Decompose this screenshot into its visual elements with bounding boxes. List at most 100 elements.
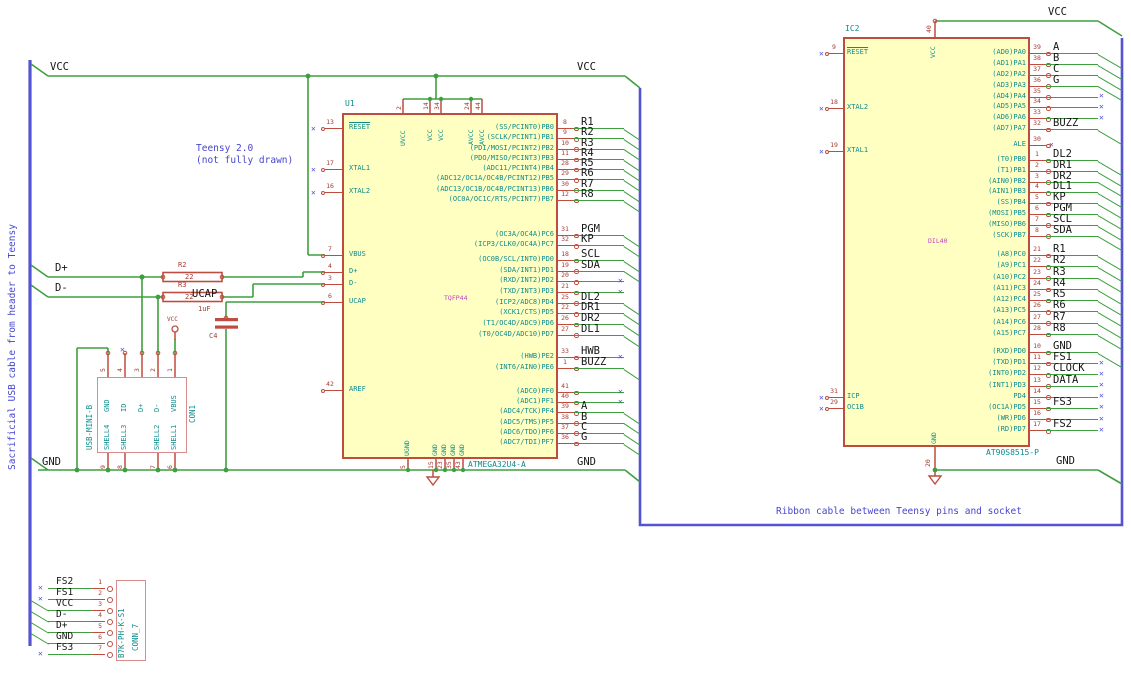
ic2-reference[interactable]: IC2 [845, 25, 859, 33]
pin-row[interactable]: (ADC4/TCK)PF4 39 A [350, 401, 645, 425]
pin-row[interactable]: (ICP2/ADC8)PD4 25 DL2 [350, 292, 645, 315]
net-label[interactable]: G [1053, 75, 1059, 86]
net-label[interactable]: SDA [581, 260, 600, 271]
net-label[interactable]: R1 [1053, 244, 1066, 255]
pin-row[interactable]: (AD5)PA5 34 [840, 98, 1131, 113]
pin-row[interactable]: (SDA/INT1)PD1 19 SDA [350, 260, 645, 283]
pin-row[interactable]: (ADC5/TMS)PF5 38 B [350, 412, 645, 435]
pin-row[interactable]: (AD1)PA1 38 B [840, 53, 1131, 80]
net-label[interactable]: DL2 [1053, 149, 1072, 160]
net-label-gnd[interactable]: GND [577, 457, 596, 468]
pin-row[interactable]: (A9)PC1 22 R2 [840, 255, 1131, 283]
pin-row[interactable]: (A10)PC2 23 R3 [840, 267, 1131, 294]
pin-row[interactable]: PD4 14 [840, 388, 1131, 403]
pin-row[interactable]: (INT1)PD3 13 DATA [840, 375, 1131, 392]
u1-right-pins-portb[interactable]: (SS/PCINT0)PB0 8 R1 (SCLK/PCINT1)PB1 9 R… [350, 117, 645, 213]
pin-row[interactable]: (T0)PB0 1 DL2 [840, 149, 1131, 176]
net-label[interactable]: R8 [581, 189, 594, 200]
pin-row[interactable]: (AIN1)PB3 4 DL1 [840, 181, 1131, 209]
pin-row[interactable]: (AD0)PA0 39 A [840, 42, 1131, 69]
pin-row[interactable]: (OC3A/OC4A)PC6 31 PGM [350, 224, 645, 248]
u1-value[interactable]: ATMEGA32U4-A [468, 461, 526, 469]
ic2-value[interactable]: AT90S8515-P [986, 449, 1039, 457]
net-label[interactable]: SDA [1053, 225, 1072, 236]
net-label[interactable]: FS2 [1053, 419, 1072, 430]
c4-reference[interactable]: C4 [209, 333, 217, 340]
net-label-d-minus[interactable]: D- [55, 283, 68, 294]
usb-reference[interactable]: CON1 [188, 405, 197, 423]
pin-row[interactable]: (XCK1/CTS)PD5 22 DR1 [350, 302, 645, 326]
net-label[interactable]: DL1 [581, 324, 600, 335]
ic2-right-pins-portb[interactable]: (T0)PB0 1 DL2 (T1)PB1 2 DR1 (AIN0)PB2 3 [840, 149, 1131, 252]
pin-row[interactable]: (OC0B/SCL/INT0)PD0 18 SCL [350, 249, 645, 273]
pin-row[interactable]: (ADC0)PF0 41 [350, 383, 645, 397]
net-label[interactable]: R2 [1053, 255, 1066, 266]
net-label[interactable]: SCL [1053, 214, 1072, 225]
net-label[interactable]: GND [56, 632, 73, 642]
ground-symbol[interactable] [927, 475, 943, 486]
pin-row[interactable]: (A8)PC0 21 R1 [840, 244, 1131, 271]
net-label[interactable]: G [581, 432, 587, 443]
u1-right-pins-portd[interactable]: (OC0B/SCL/INT0)PD0 18 SCL (SDA/INT1)PD1 … [350, 249, 645, 347]
u1-right-pins-porte[interactable]: (HWB)PE2 33 HWB (INT6/AIN0)PE6 1 BUZZ [350, 346, 645, 381]
net-label[interactable]: D+ [56, 621, 67, 631]
pin-row[interactable]: (AD4)PA4 35 [840, 88, 1131, 103]
pin-row[interactable]: (SS/PCINT0)PB0 8 R1 [350, 117, 645, 141]
net-label[interactable]: BUZZ [581, 357, 606, 368]
c4-value[interactable]: 1uF [198, 306, 211, 313]
pin-row[interactable]: (WR)PD6 16 [840, 410, 1131, 425]
pin-row[interactable]: (T0/OC4D/ADC10)PD7 27 DL1 [350, 324, 645, 347]
ic2-right-pins-porta[interactable]: (AD0)PA0 39 A (AD1)PA1 38 B (AD2)PA2 37 [840, 42, 1131, 146]
pin-row[interactable]: (SCK)PB7 8 SDA [840, 225, 1131, 252]
net-label[interactable]: R4 [1053, 278, 1066, 289]
u1-reference[interactable]: U1 [345, 100, 355, 108]
pin-row[interactable]: (A13)PC5 26 R6 [840, 300, 1131, 328]
ic2-pin-ale[interactable]: ALE 30 [840, 136, 1131, 150]
net-label[interactable]: R6 [1053, 300, 1066, 311]
net-label[interactable]: R5 [1053, 289, 1066, 300]
pin-row[interactable]: (AIN0)PB2 3 DR2 [840, 171, 1131, 198]
r3-reference[interactable]: R3 [178, 282, 186, 289]
u1-right-pins-portf[interactable]: (ADC0)PF0 41 (ADC1)PF1 40 (ADC4/TCK)PF4 … [350, 383, 645, 456]
net-label-ucap[interactable]: UCAP [192, 289, 217, 300]
net-label[interactable]: GND [1053, 341, 1072, 352]
pin-row[interactable]: (MISO)PB6 7 SCL [840, 214, 1131, 241]
net-label-vcc[interactable]: VCC [50, 62, 69, 73]
r2-value[interactable]: 22 [185, 273, 193, 281]
pin-row[interactable]: (ADC1)PF1 40 [350, 393, 645, 407]
net-label[interactable]: PGM [1053, 203, 1072, 214]
pin-row[interactable]: (SS)PB4 5 KP [840, 192, 1131, 219]
pin-row[interactable]: (ADC11/PCINT4)PB4 28 R5 [350, 158, 645, 182]
pin-row[interactable]: (OC0A/OC1C/RTS/PCINT7)PB7 12 R8 [350, 189, 645, 213]
net-label[interactable]: D- [56, 610, 67, 620]
net-label[interactable]: R7 [1053, 312, 1066, 323]
net-label-vcc[interactable]: VCC [1048, 7, 1067, 18]
u1-right-pins-portc[interactable]: (OC3A/OC4A)PC6 31 PGM (ICP3/CLK0/OC4A)PC… [350, 224, 645, 258]
net-label[interactable]: FS1 [56, 588, 73, 598]
r2-reference[interactable]: R2 [178, 262, 186, 269]
ic2-right-pins-portd[interactable]: (RXD)PD0 10 GND (TXD)PD1 11 FS1 (INT0)PD… [840, 341, 1131, 437]
pin-row[interactable]: (A15)PC7 28 R8 [840, 323, 1131, 350]
pin-row[interactable]: (PDI/MOSI/PCINT2)PB2 10 R3 [350, 138, 645, 161]
pin-row[interactable]: (ADC6/TDO)PF6 37 C [350, 422, 645, 445]
conn7-pin-rows[interactable]: FS2 1 FS1 2 VCC 3 D- [30, 577, 151, 660]
net-label[interactable]: HWB [581, 346, 600, 357]
pin-row[interactable]: (AD3)PA3 36 G [840, 75, 1131, 102]
pin-row[interactable]: (T1/OC4D/ADC9)PD6 26 DR2 [350, 313, 645, 337]
net-label[interactable]: VCC [56, 599, 73, 609]
net-label[interactable]: FS1 [1053, 352, 1072, 363]
pin-row[interactable]: (RXD)PD0 10 GND [840, 341, 1131, 368]
net-label[interactable]: FS3 [56, 643, 73, 653]
net-label[interactable]: R8 [1053, 323, 1066, 334]
net-label-gnd[interactable]: GND [1056, 456, 1075, 467]
ground-symbol[interactable] [425, 476, 441, 487]
pin-row[interactable]: (AD7)PA7 32 BUZZ [840, 118, 1131, 146]
net-label-d-plus[interactable]: D+ [55, 263, 68, 274]
pin-row[interactable]: (INT6/AIN0)PE6 1 BUZZ [350, 357, 645, 381]
pin-row[interactable]: (ADC13/OC1B/OC4B/PCINT13)PB6 30 R7 [350, 179, 645, 202]
net-label[interactable]: B [1053, 53, 1059, 64]
pin-row[interactable]: (RD)PD7 17 FS2 [840, 419, 1131, 436]
net-label[interactable]: FS2 [56, 577, 73, 587]
pin-row[interactable]: (OC1A)PD5 15 FS3 [840, 397, 1131, 414]
pin-row[interactable]: FS3 7 [36, 643, 151, 660]
